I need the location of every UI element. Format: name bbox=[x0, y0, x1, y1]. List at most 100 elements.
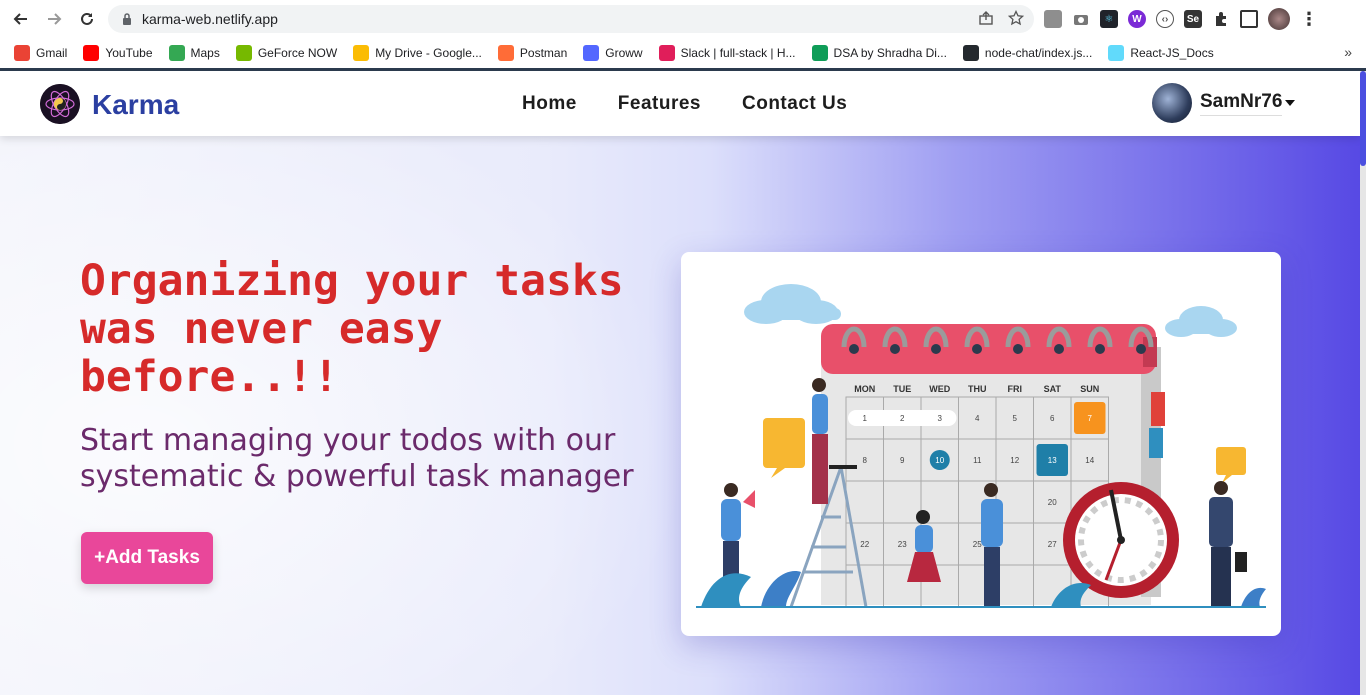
cloud-icon bbox=[1165, 306, 1237, 337]
speech-bubble-icon bbox=[1216, 447, 1246, 483]
brand-name[interactable]: Karma bbox=[92, 89, 179, 121]
back-icon[interactable] bbox=[10, 8, 32, 30]
sidepanel-icon[interactable] bbox=[1240, 10, 1258, 28]
selenium-icon[interactable]: Se bbox=[1184, 10, 1202, 28]
nav-contact[interactable]: Contact Us bbox=[742, 93, 847, 115]
weekday-label: SAT bbox=[1044, 384, 1062, 394]
browser-toolbar: karma-web.netlify.app ⚛ W ‹› Se ⋮ bbox=[0, 0, 1366, 38]
extension-icon[interactable] bbox=[1044, 10, 1062, 28]
bookmark-item[interactable]: Maps bbox=[168, 45, 220, 61]
add-tasks-button[interactable]: +Add Tasks bbox=[81, 532, 213, 584]
bookmark-label: Gmail bbox=[36, 46, 68, 60]
date-label: 9 bbox=[900, 456, 905, 465]
date-label: 6 bbox=[1050, 414, 1055, 423]
menu-icon[interactable]: ⋮ bbox=[1300, 9, 1318, 30]
person-on-ladder bbox=[812, 378, 828, 504]
lock-icon bbox=[120, 12, 134, 26]
plant bbox=[1241, 587, 1266, 607]
forward-icon[interactable] bbox=[43, 8, 65, 30]
date-label: 1 bbox=[863, 414, 868, 423]
bookmark-favicon-icon bbox=[353, 45, 370, 61]
hero-title: Organizing your tasks was never easy bef… bbox=[80, 256, 624, 402]
date-label: 4 bbox=[975, 414, 980, 423]
plant bbox=[761, 571, 801, 607]
date-label: 27 bbox=[1048, 540, 1057, 549]
nav-features[interactable]: Features bbox=[618, 93, 701, 115]
clock-icon bbox=[1063, 482, 1179, 598]
react-devtools-icon[interactable]: ⚛ bbox=[1100, 10, 1118, 28]
bookmarks-bar: Gmail YouTube Maps GeForce NOW My Drive - Go… bbox=[0, 38, 1366, 68]
page-viewport: Karma Home Features Contact Us SamNr76 O… bbox=[0, 71, 1366, 695]
plant bbox=[701, 573, 751, 607]
weekday-label: TUE bbox=[893, 384, 911, 394]
weekday-label: MON bbox=[854, 384, 875, 394]
bookmark-item[interactable]: My Drive - Google... bbox=[353, 45, 482, 61]
bookmark-item[interactable]: YouTube bbox=[83, 45, 153, 61]
bookmark-label: node-chat/index.js... bbox=[984, 46, 1093, 60]
main-nav: Home Features Contact Us bbox=[522, 93, 847, 115]
scrollbar-thumb[interactable] bbox=[1360, 71, 1366, 166]
date-label: 13 bbox=[1048, 456, 1057, 465]
bookmark-label: My Drive - Google... bbox=[375, 46, 482, 60]
url-text: karma-web.netlify.app bbox=[142, 11, 278, 27]
ring-hole bbox=[849, 344, 859, 354]
bookmark-label: GeForce NOW bbox=[257, 46, 338, 60]
w-extension-icon[interactable]: W bbox=[1128, 10, 1146, 28]
star-icon[interactable] bbox=[1007, 9, 1025, 31]
weekday-label: THU bbox=[968, 384, 987, 394]
bookmark-item[interactable]: node-chat/index.js... bbox=[962, 45, 1093, 61]
bookmark-favicon-icon bbox=[1108, 45, 1125, 61]
date-label: 2 bbox=[900, 414, 905, 423]
bookmark-favicon-icon bbox=[658, 45, 675, 61]
calendar-illustration: MON TUE WED THU FRI SAT SUN 1 2 3 4 5 6 78 9 10 11 12 13 1… bbox=[696, 284, 1266, 608]
bookmark-item[interactable]: DSA by Shradha Di... bbox=[811, 45, 947, 61]
bookmark-label: Maps bbox=[190, 46, 220, 60]
speech-bubble-icon bbox=[763, 418, 805, 478]
hero-subtitle: Start managing your todos with our syste… bbox=[80, 423, 634, 494]
bookmark-label: Slack | full-stack | H... bbox=[680, 46, 796, 60]
bookmark-label: Groww bbox=[605, 46, 643, 60]
weekday-label: FRI bbox=[1008, 384, 1023, 394]
bookmark-label: YouTube bbox=[105, 46, 153, 60]
karma-logo[interactable] bbox=[40, 84, 80, 124]
date-label: 14 bbox=[1085, 456, 1094, 465]
ring-hole bbox=[890, 344, 900, 354]
ring-hole bbox=[1136, 344, 1146, 354]
bookmark-favicon-icon bbox=[168, 45, 185, 61]
share-icon[interactable] bbox=[978, 10, 994, 31]
date-label: 20 bbox=[1048, 498, 1057, 507]
date-label: 12 bbox=[1010, 456, 1019, 465]
bookmark-item[interactable]: GeForce NOW bbox=[235, 45, 338, 61]
bookmark-favicon-icon bbox=[811, 45, 828, 61]
avatar bbox=[1152, 83, 1192, 123]
camera-icon[interactable] bbox=[1072, 10, 1090, 28]
date-label: 25 bbox=[973, 540, 982, 549]
code-extension-icon[interactable]: ‹› bbox=[1156, 10, 1174, 28]
cloud-icon bbox=[744, 284, 841, 324]
bookmark-favicon-icon bbox=[14, 45, 30, 61]
bookmark-item[interactable]: React-JS_Docs bbox=[1108, 45, 1214, 61]
bookmarks-more-icon[interactable]: » bbox=[1344, 44, 1352, 60]
date-label: 3 bbox=[938, 414, 943, 423]
date-label: 7 bbox=[1088, 414, 1093, 423]
profile-avatar[interactable] bbox=[1268, 8, 1290, 30]
date-label: 5 bbox=[1013, 414, 1018, 423]
address-bar[interactable]: karma-web.netlify.app bbox=[108, 5, 1034, 33]
username: SamNr76 bbox=[1200, 91, 1283, 116]
reload-icon[interactable] bbox=[76, 8, 98, 30]
site-navbar: Karma Home Features Contact Us SamNr76 bbox=[0, 71, 1360, 136]
bookmark-favicon-icon bbox=[497, 45, 514, 61]
user-menu[interactable]: SamNr76 bbox=[1152, 83, 1296, 123]
ring-hole bbox=[972, 344, 982, 354]
puzzle-icon[interactable] bbox=[1212, 10, 1230, 28]
date-label: 8 bbox=[863, 456, 868, 465]
bookmark-item[interactable]: Postman bbox=[497, 45, 567, 61]
ring-hole bbox=[1013, 344, 1023, 354]
weekday-label: SUN bbox=[1080, 384, 1099, 394]
weekday-label: WED bbox=[929, 384, 950, 394]
bookmark-item[interactable]: Gmail bbox=[14, 45, 67, 61]
hero-illustration-card: MON TUE WED THU FRI SAT SUN 1 2 3 4 5 6 7 8 9 10 11 12 13 1… bbox=[681, 252, 1281, 636]
bookmark-item[interactable]: Groww bbox=[583, 45, 643, 61]
bookmark-item[interactable]: Slack | full-stack | H... bbox=[658, 45, 796, 61]
nav-home[interactable]: Home bbox=[522, 93, 577, 115]
